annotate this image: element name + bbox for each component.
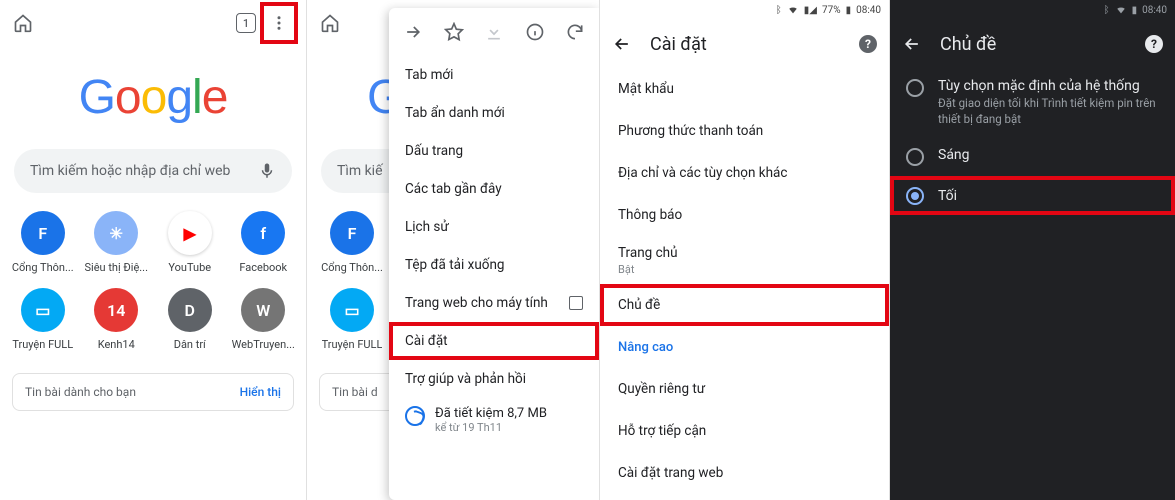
menu-incognito[interactable]: Tab ẩn danh mới [389,94,599,132]
shortcut-icon: D [168,288,212,332]
menu-downloads[interactable]: Tệp đã tải xuống [389,246,599,284]
home-icon[interactable] [8,8,38,38]
download-icon [484,22,504,42]
shortcut-tile[interactable]: f Facebook [227,211,301,274]
shortcut-tile: ▭Truyện FULL [313,288,391,351]
row-notifications[interactable]: Thông báo [600,194,889,236]
menu-icon-row [389,8,599,56]
tab-count[interactable]: 1 [236,13,256,33]
feed-show-button[interactable]: Hiển thị [240,385,281,399]
shortcut-tile[interactable]: ▶ YouTube [153,211,227,274]
desktop-site-checkbox[interactable] [569,296,583,310]
theme-option-dark[interactable]: Tối [890,176,1175,215]
shortcut-label: Dân trí [174,338,206,351]
shortcut-label: Facebook [239,261,287,274]
feed-bar-partial: Tin bài d [319,373,397,411]
theme-header: Chủ đề ? [890,20,1175,68]
theme-option-light[interactable]: Sáng [890,137,1175,176]
more-icon[interactable] [264,8,294,38]
bookmark-icon[interactable] [444,22,464,42]
screen-chrome-home: 1 Google Tìm kiếm hoặc nhập địa chỉ web … [0,0,307,500]
wifi-icon [1115,5,1127,15]
shortcut-icon: f [241,211,285,255]
data-saver-icon [405,406,425,426]
status-bar: ᛒ ▮ 08:40 [890,0,1175,20]
battery-icon: ▮ [1132,5,1138,16]
back-icon[interactable] [612,34,632,54]
toolbar: 1 [0,0,306,46]
help-icon[interactable]: ? [1145,35,1163,53]
shortcut-tile[interactable]: W WebTruyen... [227,288,301,351]
row-payments[interactable]: Phương thức thanh toán [600,110,889,152]
screen-theme: ᛒ ▮ 08:40 Chủ đề ? Tùy chọn mặc định của… [890,0,1175,500]
omnibox-placeholder: Tìm kiếm hoặc nhập địa chỉ web [30,163,258,179]
info-icon[interactable] [525,22,545,42]
battery-icon: ▮ [846,5,852,16]
settings-title: Cài đặt [650,34,841,55]
signal-icon: ▮◢ [804,5,817,16]
screen-chrome-menu: G Tìm kiế FCổng Thôn...▭Truyện FULL Tin … [307,0,600,500]
overflow-menu: Tab mới Tab ẩn danh mới Dấu trang Các ta… [389,8,599,500]
settings-header: Cài đặt ? [600,20,889,68]
more-menu-highlight [260,2,298,44]
shortcut-label: Kenh14 [98,338,135,351]
menu-desktop-site[interactable]: Trang web cho máy tính [389,284,599,322]
menu-data-saver[interactable]: Đã tiết kiệm 8,7 MB kể từ 19 Th11 [389,398,599,442]
theme-option-system[interactable]: Tùy chọn mặc định của hệ thống Đặt giao … [890,68,1175,137]
row-passwords[interactable]: Mật khẩu [600,68,889,110]
menu-help[interactable]: Trợ giúp và phản hồi [389,360,599,398]
bluetooth-icon: ᛒ [776,5,782,16]
shortcut-icon: ▭ [21,288,65,332]
feed-bar: Tin bài dành cho bạn Hiển thị [12,373,294,411]
shortcut-icon: W [241,288,285,332]
shortcut-tile[interactable]: ▭ Truyện FULL [6,288,80,351]
radio-icon [906,79,924,97]
reload-icon[interactable] [565,22,585,42]
bluetooth-icon: ᛒ [1104,5,1110,16]
row-privacy[interactable]: Quyền riêng tư [600,368,889,410]
shortcut-grid: F Cổng Thôn... ✳ Siêu thị Điệ... ▶ YouTube f Fa… [0,193,306,365]
feed-text: Tin bài dành cho bạn [25,385,136,399]
forward-icon[interactable] [403,22,423,42]
shortcut-label: Cổng Thôn... [12,261,74,274]
wifi-icon [787,5,799,15]
row-site-settings[interactable]: Cài đặt trang web [600,452,889,494]
screen-settings: ᛒ ▮◢ 77% ▮ 08:40 Cài đặt ? Mật khẩu Phươ… [600,0,890,500]
shortcut-icon: 14 [94,288,138,332]
row-advanced[interactable]: Nâng cao [600,326,889,368]
radio-icon [906,148,924,166]
help-icon[interactable]: ? [859,35,877,53]
menu-history[interactable]: Lịch sử [389,208,599,246]
row-accessibility[interactable]: Hỗ trợ tiếp cận [600,410,889,452]
menu-new-tab[interactable]: Tab mới [389,56,599,94]
shortcut-icon: F [21,211,65,255]
shortcut-tile[interactable]: ✳ Siêu thị Điệ... [80,211,154,274]
status-bar: ᛒ ▮◢ 77% ▮ 08:40 [600,0,889,20]
shortcut-grid-partial: FCổng Thôn... ▭Truyện FULL [307,193,397,365]
google-logo: Google [0,70,306,125]
menu-recent-tabs[interactable]: Các tab gần đây [389,170,599,208]
row-addresses[interactable]: Địa chỉ và các tùy chọn khác [600,152,889,194]
row-theme[interactable]: Chủ đề [600,284,889,326]
shortcut-tile[interactable]: 14 Kenh14 [80,288,154,351]
shortcut-icon: ▶ [168,211,212,255]
shortcut-label: YouTube [168,261,211,274]
menu-bookmarks[interactable]: Dấu trang [389,132,599,170]
shortcut-label: Truyện FULL [12,338,73,351]
menu-settings[interactable]: Cài đặt [389,322,599,360]
theme-title: Chủ đề [940,34,1127,55]
row-homepage[interactable]: Trang chủ Bật [600,236,889,284]
shortcut-label: Siêu thị Điệ... [85,261,148,274]
shortcut-tile[interactable]: D Dân trí [153,288,227,351]
radio-icon [906,187,924,205]
omnibox[interactable]: Tìm kiếm hoặc nhập địa chỉ web [14,149,292,193]
shortcut-tile: FCổng Thôn... [313,211,391,274]
shortcut-label: WebTruyen... [232,338,295,351]
shortcut-tile[interactable]: F Cổng Thôn... [6,211,80,274]
home-icon[interactable] [315,8,345,38]
shortcut-icon: ✳ [94,211,138,255]
back-icon[interactable] [902,34,922,54]
mic-icon[interactable] [258,162,276,180]
omnibox-partial: Tìm kiế [321,149,399,193]
